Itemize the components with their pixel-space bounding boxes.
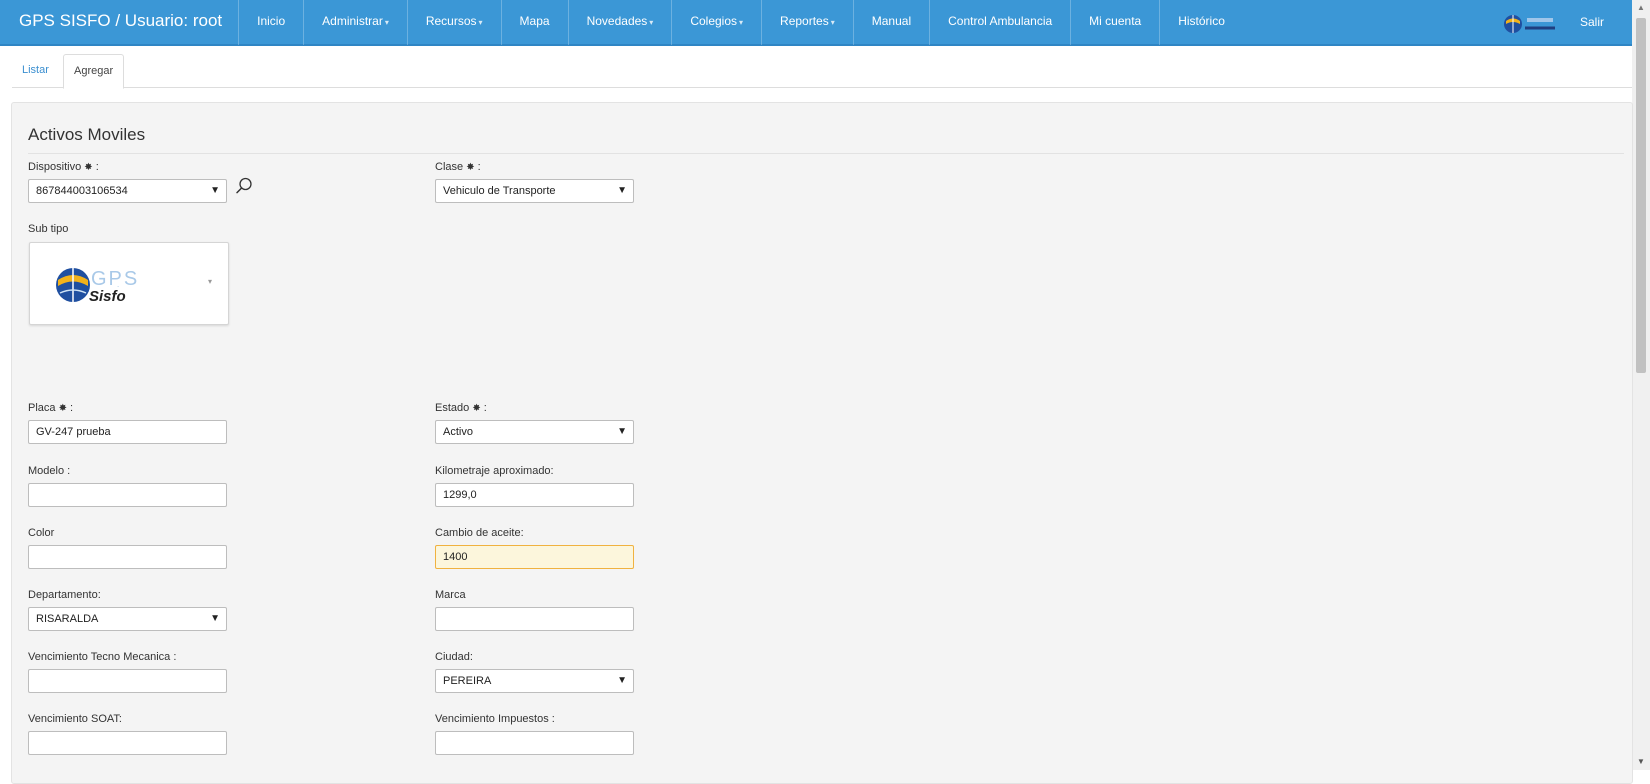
page-title: Activos Moviles: [28, 125, 146, 144]
dropdown-arrow-icon: ▼: [617, 185, 627, 196]
nav-item-historico[interactable]: Histórico: [1160, 0, 1243, 45]
vencimiento-impuestos-label: Vencimiento Impuestos :: [435, 713, 555, 725]
vencimiento-tecno-label: Vencimiento Tecno Mecanica :: [28, 651, 177, 663]
color-label: Color: [28, 527, 55, 539]
nav-label: Histórico: [1178, 14, 1225, 28]
estado-label-text: Estado: [435, 402, 470, 414]
required-icon: ✸: [84, 162, 93, 173]
clase-label-text: Clase: [435, 161, 464, 173]
chevron-down-icon: ▾: [208, 277, 213, 286]
gps-sisfo-logo: [1504, 15, 1555, 33]
ciudad-label: Ciudad:: [435, 651, 473, 663]
search-icon[interactable]: [234, 176, 254, 196]
nav-label: Colegios: [690, 14, 738, 28]
clase-label: Clase ✸ :: [435, 161, 481, 173]
subtipo-label: Sub tipo: [28, 223, 69, 235]
dropdown-arrow-icon: ▼: [617, 426, 627, 437]
label-suffix: :: [483, 402, 487, 414]
page-scrollbar[interactable]: ▲ ▼: [1632, 0, 1650, 770]
departamento-value: RISARALDA: [36, 613, 99, 625]
estado-select[interactable]: Activo ▼: [435, 420, 634, 444]
nav-item-administrar[interactable]: Administrar ▾: [304, 0, 408, 45]
dispositivo-label-text: Dispositivo: [28, 161, 82, 173]
chevron-down-icon: ▾: [649, 18, 654, 27]
nav-label: Control Ambulancia: [948, 14, 1053, 28]
chevron-down-icon: ▾: [478, 18, 483, 27]
required-icon: ✸: [466, 162, 475, 173]
estado-value: Activo: [443, 426, 473, 438]
tab-bar: Listar Agregar: [12, 54, 1632, 89]
marca-input[interactable]: [435, 607, 634, 631]
nav-item-inicio[interactable]: Inicio: [238, 0, 305, 45]
nav-label: Manual: [871, 14, 912, 28]
marca-label: Marca: [435, 589, 466, 601]
required-icon: ✸: [472, 403, 481, 414]
chevron-down-icon: ▾: [739, 18, 744, 27]
dispositivo-select[interactable]: 867844003106534 ▼: [28, 179, 227, 203]
dispositivo-label: Dispositivo ✸ :: [28, 161, 99, 173]
label-suffix: :: [70, 402, 74, 414]
nav-label: Administrar: [322, 14, 383, 28]
departamento-select[interactable]: RISARALDA ▼: [28, 607, 227, 631]
modelo-input[interactable]: [28, 483, 227, 507]
tab-listar[interactable]: Listar: [12, 54, 59, 86]
scroll-down-icon[interactable]: ▼: [1632, 756, 1650, 768]
nav-label: Novedades: [586, 14, 648, 28]
modelo-label: Modelo :: [28, 465, 71, 477]
nav-item-colegios[interactable]: Colegios ▾: [672, 0, 763, 45]
scroll-thumb[interactable]: [1636, 18, 1646, 373]
subtipo-select[interactable]: GPS . Sisfo ▾: [29, 242, 229, 325]
vencimiento-tecno-input[interactable]: [28, 669, 227, 693]
kilometraje-label: Kilometraje aproximado:: [435, 465, 554, 477]
form-panel: Activos Moviles: [11, 102, 1633, 784]
ciudad-value: PEREIRA: [443, 675, 492, 687]
tab-agregar[interactable]: Agregar: [63, 54, 125, 89]
dropdown-arrow-icon: ▼: [617, 675, 627, 686]
nav-item-manual[interactable]: Manual: [854, 0, 931, 45]
departamento-label: Departamento:: [28, 589, 101, 601]
nav-item-mapa[interactable]: Mapa: [502, 0, 569, 45]
required-icon: ✸: [58, 403, 67, 414]
dispositivo-value: 867844003106534: [36, 185, 128, 197]
svg-text:Sisfo: Sisfo: [89, 288, 126, 305]
nav-label: Mi cuenta: [1089, 14, 1142, 28]
nav-label: Reportes: [780, 14, 829, 28]
chevron-down-icon: ▾: [384, 18, 389, 27]
scroll-up-icon[interactable]: ▲: [1632, 2, 1650, 14]
label-suffix: :: [477, 161, 481, 173]
placa-label: Placa ✸ :: [28, 402, 73, 414]
nav-item-control-ambulancia[interactable]: Control Ambulancia: [930, 0, 1072, 45]
placa-label-text: Placa: [28, 402, 56, 414]
label-suffix: :: [95, 161, 99, 173]
nav-item-reportes[interactable]: Reportes ▾: [762, 0, 854, 45]
nav-item-recursos[interactable]: Recursos ▾: [408, 0, 502, 45]
ciudad-select[interactable]: PEREIRA ▼: [435, 669, 634, 693]
app-brand[interactable]: GPS SISFO / Usuario: root: [0, 0, 238, 45]
top-navbar: GPS SISFO / Usuario: root Inicio Adminis…: [0, 0, 1632, 46]
vencimiento-impuestos-input[interactable]: [435, 731, 634, 755]
gps-sisfo-logo: GPS . Sisfo: [56, 268, 139, 305]
logout-link[interactable]: Salir: [1580, 0, 1604, 46]
cambio-aceite-input[interactable]: 1400: [435, 545, 634, 569]
svg-text:GPS: GPS: [91, 268, 139, 290]
nav-label: Mapa: [519, 14, 550, 28]
divider: [28, 153, 1624, 154]
cambio-aceite-label: Cambio de aceite:: [435, 527, 524, 539]
dropdown-arrow-icon: ▼: [210, 185, 220, 196]
chevron-down-icon: ▾: [830, 18, 835, 27]
nav-label: Recursos: [425, 14, 477, 28]
dropdown-arrow-icon: ▼: [210, 613, 220, 624]
estado-label: Estado ✸ :: [435, 402, 487, 414]
nav-label: Inicio: [257, 14, 286, 28]
clase-value: Vehiculo de Transporte: [443, 185, 556, 197]
kilometraje-input[interactable]: 1299,0: [435, 483, 634, 507]
color-input[interactable]: [28, 545, 227, 569]
vencimiento-soat-input[interactable]: [28, 731, 227, 755]
nav-item-mi-cuenta[interactable]: Mi cuenta: [1071, 0, 1161, 45]
vencimiento-soat-label: Vencimiento SOAT:: [28, 713, 122, 725]
nav-item-novedades[interactable]: Novedades ▾: [569, 0, 673, 45]
placa-input[interactable]: GV-247 prueba: [28, 420, 227, 444]
clase-select[interactable]: Vehiculo de Transporte ▼: [435, 179, 634, 203]
